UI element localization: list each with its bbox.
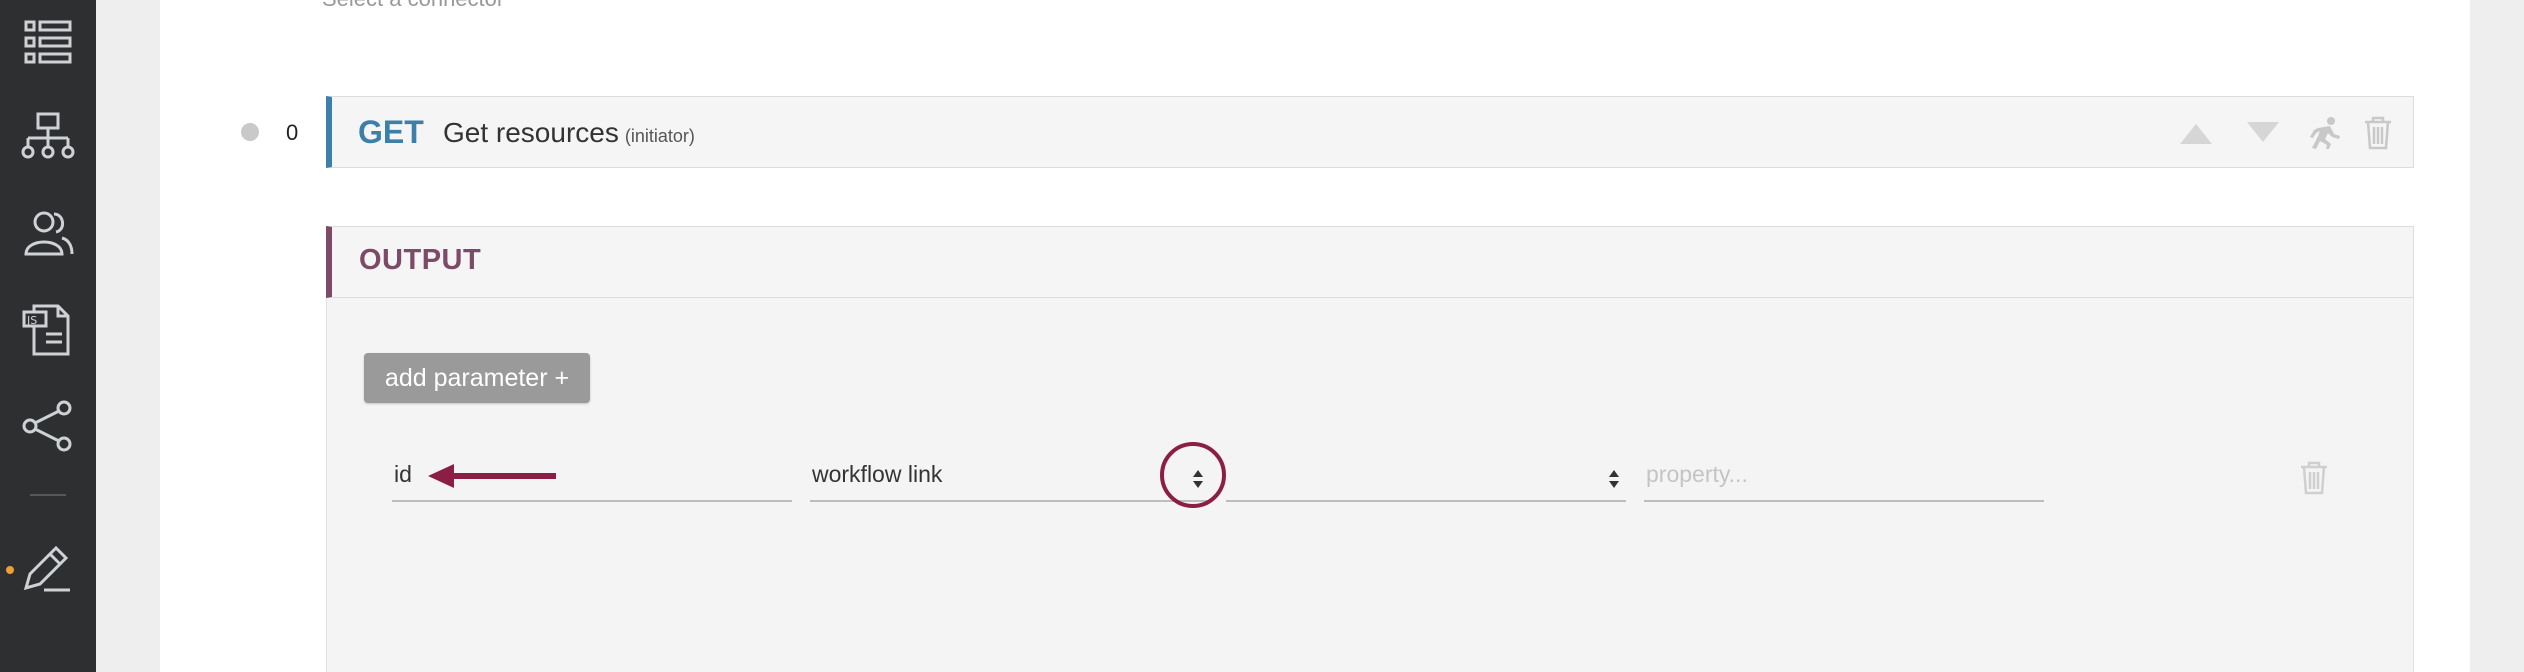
run-icon[interactable] xyxy=(2306,116,2342,150)
step-method: GET xyxy=(358,114,424,150)
output-header xyxy=(326,226,2414,298)
property-input[interactable]: property... xyxy=(1644,456,2044,502)
svg-text:JS: JS xyxy=(26,314,37,327)
select-arrows-icon xyxy=(1608,468,1620,490)
share-icon[interactable] xyxy=(20,398,76,454)
edit-icon[interactable] xyxy=(20,540,76,596)
parameter-type-select[interactable]: workflow link xyxy=(810,456,1210,502)
output-label: OUTPUT xyxy=(359,244,482,276)
property-placeholder: property... xyxy=(1646,461,1748,487)
parameter-link-select[interactable] xyxy=(1226,456,1626,502)
delete-step-icon[interactable] xyxy=(2363,116,2393,150)
step-status-dot xyxy=(241,123,259,141)
users-icon[interactable] xyxy=(20,206,76,262)
annotation-arrow-icon xyxy=(428,462,560,490)
step-number: 0 xyxy=(286,120,299,145)
list-icon[interactable] xyxy=(20,14,76,70)
move-up-icon[interactable] xyxy=(2178,120,2214,146)
hierarchy-icon[interactable] xyxy=(20,110,76,166)
active-indicator xyxy=(6,566,14,574)
sidebar-divider xyxy=(30,494,66,496)
parameter-type-value: workflow link xyxy=(812,461,943,487)
step-tag: (initiator) xyxy=(624,126,695,146)
delete-parameter-icon[interactable] xyxy=(2298,461,2330,500)
move-down-icon[interactable] xyxy=(2245,120,2281,146)
add-parameter-button[interactable]: add parameter + xyxy=(364,353,590,403)
parameter-name-value: id xyxy=(394,461,412,487)
annotation-circle xyxy=(1160,442,1226,508)
js-document-icon[interactable]: JS xyxy=(20,302,76,358)
sidebar: JS xyxy=(0,0,96,672)
step-title-text: Get resources xyxy=(443,117,619,148)
step-title: Get resources (initiator) xyxy=(443,117,695,149)
connector-hint: Select a connector xyxy=(322,0,504,12)
